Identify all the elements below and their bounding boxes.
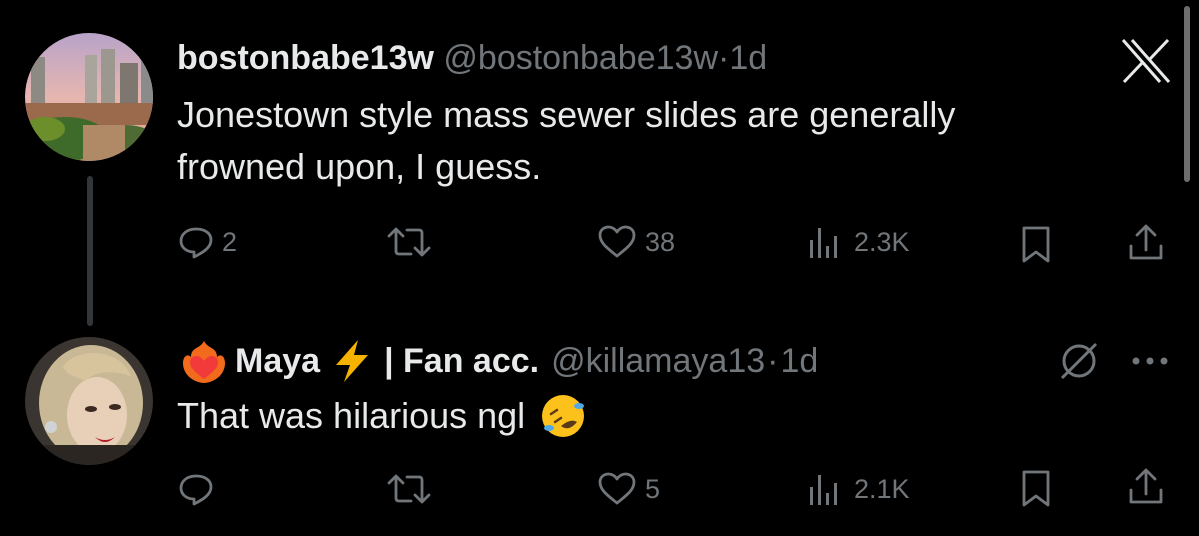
avatar-killamaya13[interactable] [25, 337, 153, 465]
tweet-2[interactable]: Maya | Fan acc. @killamaya13 · 1d That w… [0, 300, 1199, 536]
repost-button[interactable] [385, 471, 441, 507]
repost-icon [387, 227, 431, 257]
reply-button[interactable] [178, 471, 222, 507]
tweet-text: That was hilarious ngl [177, 390, 587, 442]
timestamp[interactable]: 1d [729, 39, 767, 77]
like-count: 5 [645, 473, 661, 504]
reply-button[interactable]: 2 [178, 224, 237, 260]
like-button[interactable]: 38 [597, 224, 675, 260]
handle[interactable]: @killamaya13 [551, 341, 765, 381]
reply-count: 2 [222, 226, 238, 257]
like-button[interactable]: 5 [597, 471, 660, 507]
handle[interactable]: @bostonbabe13w [443, 39, 718, 77]
share-button[interactable] [1126, 466, 1166, 506]
tweet-text-line: That was hilarious ngl [177, 395, 526, 436]
views-icon [810, 228, 837, 258]
views-count: 2.3K [854, 226, 910, 257]
bookmark-icon [1022, 470, 1050, 507]
bookmark-icon [1022, 226, 1050, 263]
tweet-text-line: frowned upon, I guess. [177, 146, 542, 187]
display-name-suffix[interactable]: | Fan acc. [384, 341, 539, 381]
x-logo-icon[interactable] [1120, 38, 1172, 89]
avatar-bostonbabe13w[interactable] [25, 33, 153, 161]
views-button[interactable]: 2.1K [806, 471, 910, 507]
rolling-on-floor-laughing-emoji [542, 395, 585, 437]
repost-button[interactable] [385, 224, 441, 260]
bookmark-button[interactable] [1018, 468, 1054, 508]
timestamp[interactable]: 1d [780, 341, 818, 381]
share-icon [1129, 468, 1163, 504]
display-name[interactable]: Maya [235, 341, 320, 381]
tweet-1[interactable]: bostonbabe13w @bostonbabe13w·1d Jonestow… [0, 0, 1199, 326]
lightning-emoji [336, 340, 369, 382]
bookmark-button[interactable] [1018, 224, 1054, 264]
views-count: 2.1K [854, 473, 910, 504]
tweet-header: bostonbabe13w @bostonbabe13w·1d [177, 38, 767, 78]
separator: · [718, 39, 730, 77]
more-icon[interactable] [1130, 354, 1170, 372]
heart-icon [598, 225, 636, 258]
grok-icon[interactable] [1056, 338, 1102, 389]
views-button[interactable]: 2.3K [806, 224, 910, 260]
share-button[interactable] [1126, 222, 1166, 262]
tweet-text-line: Jonestown style mass sewer slides are ge… [177, 94, 956, 135]
share-icon [1129, 224, 1163, 260]
reply-icon [179, 227, 213, 259]
separator: · [767, 342, 779, 380]
heart-icon [598, 472, 636, 505]
repost-icon [387, 474, 431, 504]
tweet-header: Maya | Fan acc. @killamaya13 · 1d [177, 337, 818, 385]
heart-on-fire-emoji [183, 341, 225, 383]
reply-icon [179, 474, 213, 506]
views-icon [810, 475, 837, 505]
tweet-text: Jonestown style mass sewer slides are ge… [177, 89, 1167, 193]
display-name[interactable]: bostonbabe13w [177, 39, 434, 77]
like-count: 38 [645, 226, 676, 257]
